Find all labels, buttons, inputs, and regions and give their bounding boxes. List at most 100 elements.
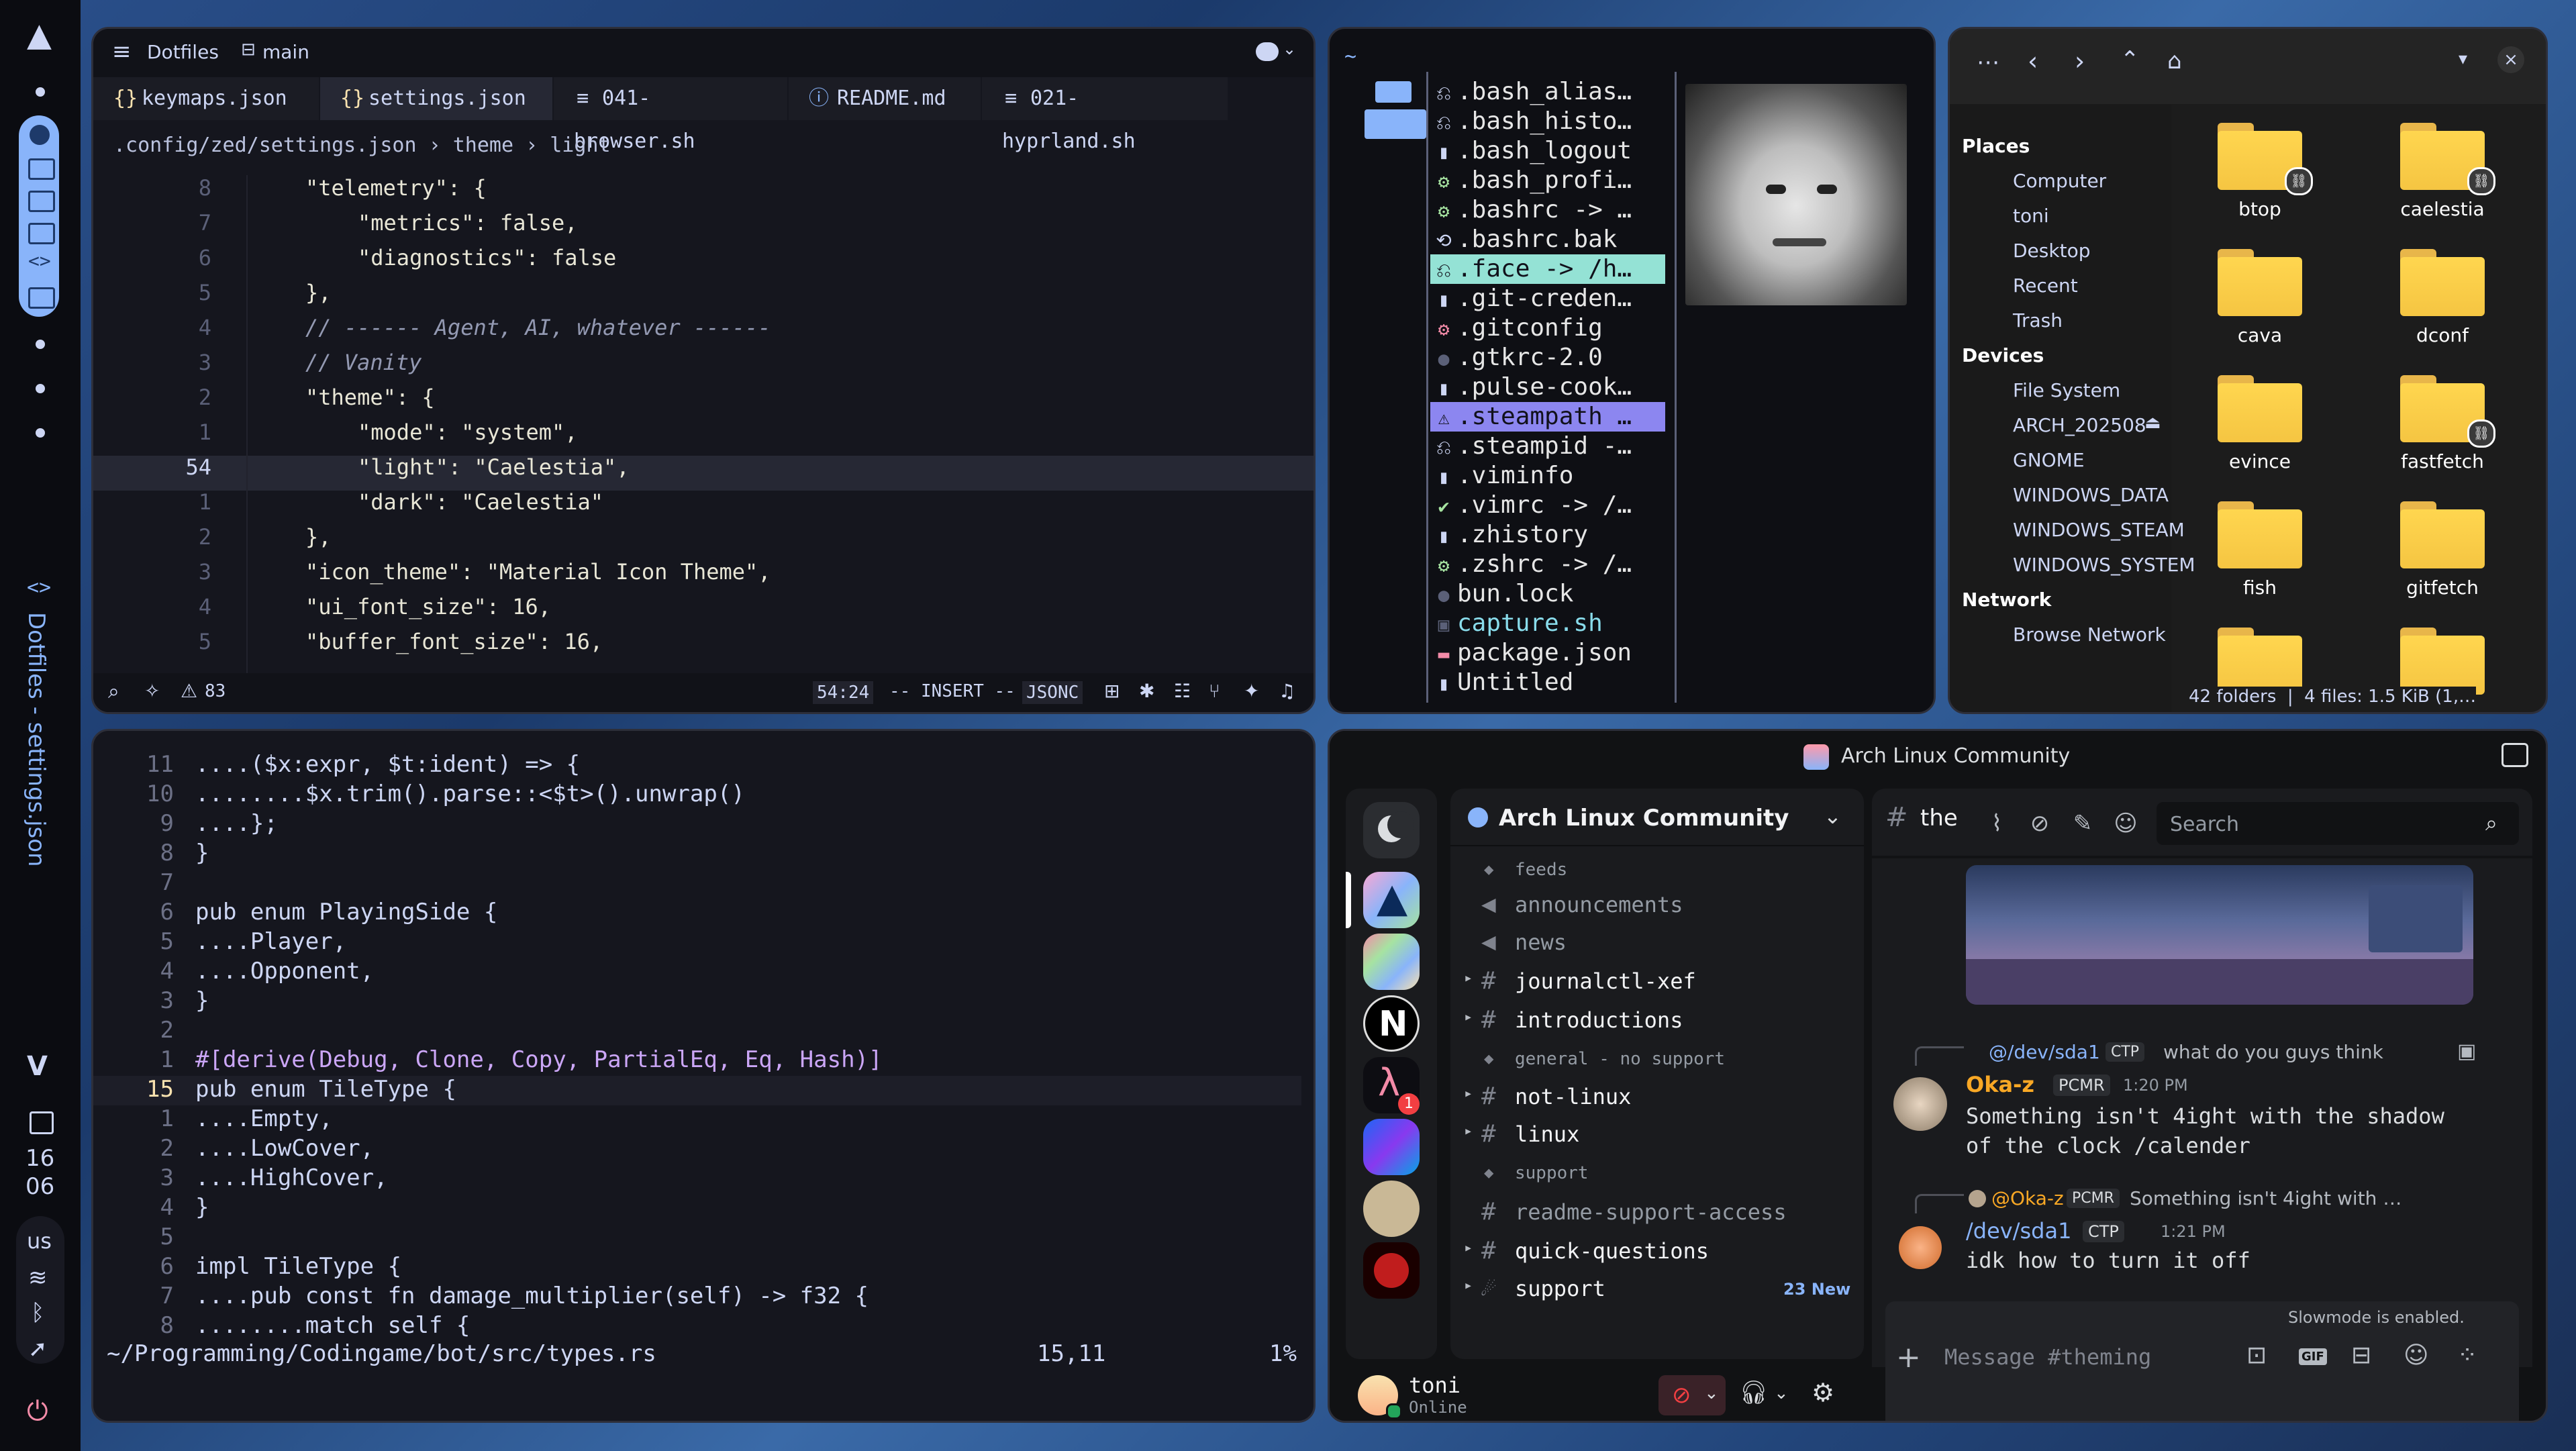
new-messages-badge[interactable]: 23 New bbox=[1783, 1280, 1850, 1299]
server-header[interactable]: Arch Linux Community ⌄ bbox=[1450, 789, 1864, 846]
channel-category[interactable]: ◆ support bbox=[1464, 1159, 1850, 1191]
folder-icon[interactable] bbox=[2218, 501, 2302, 568]
notifications-muted-icon[interactable]: ⊘ bbox=[2024, 807, 2056, 840]
panel-icon-1[interactable]: ⊞ bbox=[1104, 680, 1120, 702]
file-item[interactable]: ⚠ .steampath … bbox=[1430, 402, 1665, 432]
bell-icon[interactable]: ♫ bbox=[1279, 680, 1295, 702]
author-avatar-2[interactable] bbox=[1899, 1226, 1942, 1269]
file-item[interactable]: ⎌ .face -> /h… bbox=[1430, 254, 1665, 284]
server-red[interactable] bbox=[1363, 1242, 1420, 1299]
server-dropdown-icon[interactable]: ⌄ bbox=[1824, 803, 1842, 829]
channel-item[interactable]: ◀ announcements bbox=[1464, 891, 1850, 923]
more-icon[interactable]: ⋯ bbox=[1977, 49, 1999, 76]
server-anno[interactable] bbox=[1363, 1181, 1420, 1237]
place-home[interactable]: toni bbox=[2013, 205, 2049, 227]
tab-keymaps[interactable]: {} keymaps.json bbox=[93, 77, 319, 120]
close-icon[interactable]: × bbox=[2497, 46, 2524, 73]
folder-icon[interactable] bbox=[2400, 249, 2485, 316]
wifi-icon[interactable]: ≋ bbox=[28, 1264, 48, 1291]
file-item[interactable]: ● .gtkrc-2.0 bbox=[1430, 343, 1665, 372]
folder-icon[interactable]: ⛓ bbox=[2400, 123, 2495, 195]
ai-icon[interactable]: ✦ bbox=[1244, 680, 1259, 702]
folder-icon[interactable]: ⛓ bbox=[2400, 375, 2495, 448]
folder-icon[interactable] bbox=[2218, 628, 2302, 695]
author-name-1[interactable]: Oka-z bbox=[1966, 1072, 2034, 1097]
reply-author-1[interactable]: @/dev/sda1 bbox=[1989, 1041, 2100, 1063]
workspace-dot-5[interactable] bbox=[36, 428, 45, 438]
file-item[interactable]: ⎌ .steampid -… bbox=[1430, 432, 1665, 461]
language-mode[interactable]: JSONC bbox=[1022, 681, 1083, 704]
git-icon[interactable]: ⑂ bbox=[1209, 680, 1220, 702]
pin-icon[interactable]: ✎ bbox=[2067, 807, 2099, 840]
channel-item[interactable]: ▸ # journalctl-xef bbox=[1464, 967, 1850, 999]
file-item[interactable]: ⚙ .bashrc -> … bbox=[1430, 195, 1665, 225]
place-trash[interactable]: Trash bbox=[2013, 309, 2063, 332]
search-icon[interactable]: ⌕ bbox=[108, 680, 119, 703]
server-n[interactable]: N bbox=[1363, 995, 1420, 1052]
device-windows-steam[interactable]: WINDOWS_STEAM bbox=[2013, 519, 2185, 541]
breadcrumb[interactable]: .config/zed/settings.json › theme › ligh… bbox=[113, 134, 611, 157]
warning-count[interactable]: 83 bbox=[205, 681, 226, 701]
calendar-icon[interactable] bbox=[30, 1111, 54, 1134]
server-anime[interactable] bbox=[1363, 1119, 1420, 1175]
home-icon[interactable]: ⌂ bbox=[2167, 48, 2182, 74]
folder-icon[interactable] bbox=[2400, 628, 2485, 695]
server-lambda[interactable]: λ 1 bbox=[1363, 1057, 1420, 1115]
device-gnome[interactable]: GNOME bbox=[2013, 449, 2085, 471]
tab-hyprland-sh[interactable]: ≡ 021-hyprland.sh bbox=[982, 77, 1228, 153]
members-icon[interactable]: ☺ bbox=[2110, 807, 2142, 840]
tab-settings[interactable]: {} settings.json bbox=[320, 77, 552, 120]
channel-item[interactable]: ◀ news bbox=[1464, 928, 1850, 960]
file-item[interactable]: ⚙ .bash_profi… bbox=[1430, 166, 1665, 195]
workspace-active-pill[interactable] bbox=[19, 115, 59, 317]
keyboard-layout[interactable]: us bbox=[27, 1228, 52, 1254]
copilot-icon[interactable] bbox=[1256, 42, 1279, 61]
channel-item[interactable]: # readme-support-access bbox=[1464, 1198, 1850, 1230]
author-name-2[interactable]: /dev/sda1 bbox=[1966, 1218, 2071, 1244]
server-arch[interactable]: ▲ bbox=[1363, 872, 1420, 928]
gift-icon[interactable]: ⊡ bbox=[2246, 1342, 2267, 1369]
cursor-position[interactable]: 54:24 bbox=[813, 681, 874, 704]
file-item[interactable]: ⟲ .bashrc.bak bbox=[1430, 225, 1665, 254]
folder-icon[interactable] bbox=[2218, 249, 2302, 316]
diagnostics-icon[interactable]: ✧ bbox=[144, 680, 160, 702]
file-item[interactable]: ▬ package.json bbox=[1430, 638, 1665, 668]
network-browse[interactable]: Browse Network bbox=[2013, 623, 2166, 646]
channel-category[interactable]: ◆ feeds bbox=[1464, 856, 1850, 888]
workspace-dot-1[interactable] bbox=[36, 87, 45, 97]
eject-icon[interactable]: ⏏ bbox=[2144, 413, 2161, 433]
headset-icon[interactable]: 🎧︎ bbox=[1739, 1379, 1768, 1406]
file-item[interactable]: ✔ .vimrc -> /… bbox=[1430, 491, 1665, 520]
arch-logo-icon[interactable]: ▲ bbox=[27, 16, 52, 54]
file-item[interactable]: ⎌ .bash_histo… bbox=[1430, 107, 1665, 136]
place-recent[interactable]: Recent bbox=[2013, 274, 2078, 297]
bluetooth-icon[interactable]: ᛒ bbox=[31, 1299, 44, 1326]
threads-icon[interactable]: ⌇ bbox=[1981, 807, 2013, 840]
file-item[interactable]: ▮ Untitled bbox=[1430, 668, 1665, 697]
forward-icon[interactable]: › bbox=[2075, 46, 2085, 76]
place-desktop[interactable]: Desktop bbox=[2013, 240, 2090, 262]
branch-name[interactable]: main bbox=[262, 41, 309, 63]
emoji-icon[interactable]: ☺ bbox=[2404, 1342, 2429, 1369]
up-icon[interactable]: ⌃ bbox=[2120, 46, 2140, 73]
headset-chevron-icon[interactable]: ⌄ bbox=[1774, 1383, 1789, 1403]
apps-icon[interactable]: ⁘ bbox=[2457, 1342, 2477, 1369]
search-box[interactable]: Search ⌕ bbox=[2157, 802, 2519, 845]
sticker-icon[interactable]: ⊟ bbox=[2351, 1342, 2371, 1369]
file-item[interactable]: ▮ .viminfo bbox=[1430, 461, 1665, 491]
channel-item[interactable]: ▸ # introductions bbox=[1464, 1006, 1850, 1038]
reply-author-2[interactable]: @Oka-z bbox=[1991, 1187, 2064, 1209]
device-windows-system[interactable]: WINDOWS_SYSTEM bbox=[2013, 554, 2195, 576]
dm-moon-icon[interactable] bbox=[1363, 802, 1420, 858]
workspace-dot-4[interactable] bbox=[36, 384, 45, 393]
dropdown-icon[interactable]: ▾ bbox=[2459, 49, 2467, 69]
file-item[interactable]: ▣ capture.sh bbox=[1430, 609, 1665, 638]
chevron-down-icon[interactable]: ⌄ bbox=[1283, 40, 1296, 58]
outline-icon[interactable]: ☷ bbox=[1174, 680, 1191, 702]
message-input[interactable]: Message #theming bbox=[1944, 1344, 2151, 1370]
author-avatar-1[interactable] bbox=[1893, 1077, 1947, 1131]
tab-browser-sh[interactable]: ≡ 041-browser.sh bbox=[554, 77, 787, 153]
menu-icon[interactable]: ≡ bbox=[112, 38, 132, 65]
file-item[interactable]: ● bun.lock bbox=[1430, 579, 1665, 609]
reply-text-1[interactable]: what do you guys think bbox=[2163, 1041, 2383, 1063]
